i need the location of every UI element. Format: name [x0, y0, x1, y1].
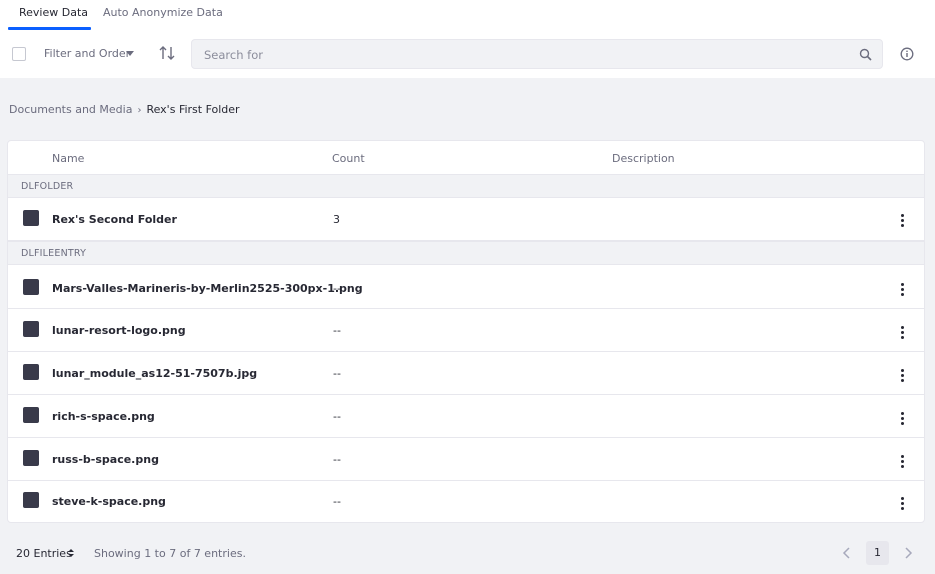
row-name[interactable]: Rex's Second Folder [52, 213, 177, 226]
pagination-bar: 20 Entries Showing 1 to 7 of 7 entries. … [0, 530, 935, 574]
management-toolbar: Filter and Order [0, 38, 935, 70]
table-row[interactable]: steve-k-space.png -- [8, 481, 924, 522]
active-tab-indicator [8, 27, 91, 30]
row-count: -- [333, 282, 341, 295]
kebab-menu-icon[interactable] [899, 412, 907, 426]
kebab-menu-icon[interactable] [899, 455, 907, 469]
row-name[interactable]: rich-s-space.png [52, 410, 155, 423]
file-icon [23, 450, 39, 466]
page-number-button[interactable]: 1 [866, 541, 889, 565]
row-name[interactable]: russ-b-space.png [52, 453, 159, 466]
table-row[interactable]: lunar-resort-logo.png -- [8, 309, 924, 352]
kebab-menu-icon[interactable] [899, 497, 907, 511]
top-bar: Review Data Auto Anonymize Data Filter a… [0, 0, 935, 78]
sort-order-icon[interactable] [158, 45, 176, 61]
row-name[interactable]: lunar_module_as12-51-7507b.jpg [52, 367, 257, 380]
breadcrumb-item-current: Rex's First Folder [146, 103, 240, 116]
row-count: -- [333, 367, 341, 380]
table-row[interactable]: lunar_module_as12-51-7507b.jpg -- [8, 352, 924, 395]
chevron-right-icon[interactable] [902, 545, 914, 561]
row-name[interactable]: Mars-Valles-Marineris-by-Merlin2525-300p… [52, 282, 363, 295]
search-box [191, 39, 883, 69]
table-row[interactable]: Rex's Second Folder 3 [8, 198, 924, 241]
caret-down-icon[interactable] [126, 51, 134, 56]
info-icon[interactable] [900, 47, 914, 61]
select-all-checkbox[interactable] [12, 47, 26, 61]
breadcrumb-item-documents-and-media[interactable]: Documents and Media [9, 103, 132, 116]
row-count: 3 [333, 213, 340, 226]
folder-icon [23, 210, 39, 226]
chevron-right-icon: › [137, 105, 142, 116]
chevron-left-icon[interactable] [841, 545, 853, 561]
kebab-menu-icon[interactable] [899, 214, 907, 228]
row-name[interactable]: lunar-resort-logo.png [52, 324, 186, 337]
file-icon [23, 492, 39, 508]
row-count: -- [333, 453, 341, 466]
sort-arrows-icon[interactable] [68, 549, 74, 557]
kebab-menu-icon[interactable] [899, 283, 907, 297]
row-count: -- [333, 495, 341, 508]
kebab-menu-icon[interactable] [899, 326, 907, 340]
column-header-description: Description [612, 152, 675, 165]
kebab-menu-icon[interactable] [899, 369, 907, 383]
entries-per-page-dropdown[interactable]: 20 Entries [16, 547, 72, 560]
file-icon [23, 321, 39, 337]
pagination-results-text: Showing 1 to 7 of 7 entries. [94, 547, 246, 560]
column-header-name: Name [52, 152, 85, 165]
group-header-dlfolder: DLFOLDER [8, 174, 924, 198]
row-count: -- [333, 410, 341, 423]
filter-and-order-dropdown[interactable]: Filter and Order [44, 47, 130, 60]
row-name[interactable]: steve-k-space.png [52, 495, 166, 508]
column-header-count: Count [332, 152, 365, 165]
group-label: DLFILEENTRY [21, 248, 87, 259]
file-icon [23, 364, 39, 380]
file-icon [23, 407, 39, 423]
data-table: Name Count Description DLFOLDER Rex's Se… [7, 140, 925, 523]
tab-auto-anonymize-data[interactable]: Auto Anonymize Data [103, 6, 223, 30]
search-icon[interactable] [859, 48, 872, 61]
breadcrumb: Documents and Media › Rex's First Folder [9, 103, 240, 116]
group-label: DLFOLDER [21, 181, 74, 192]
table-row[interactable]: rich-s-space.png -- [8, 395, 924, 438]
group-header-dlfileentry: DLFILEENTRY [8, 241, 924, 265]
file-icon [23, 279, 39, 295]
table-row[interactable]: russ-b-space.png -- [8, 438, 924, 481]
table-row[interactable]: Mars-Valles-Marineris-by-Merlin2525-300p… [8, 266, 924, 309]
search-input[interactable] [204, 46, 844, 64]
row-count: -- [333, 324, 341, 337]
